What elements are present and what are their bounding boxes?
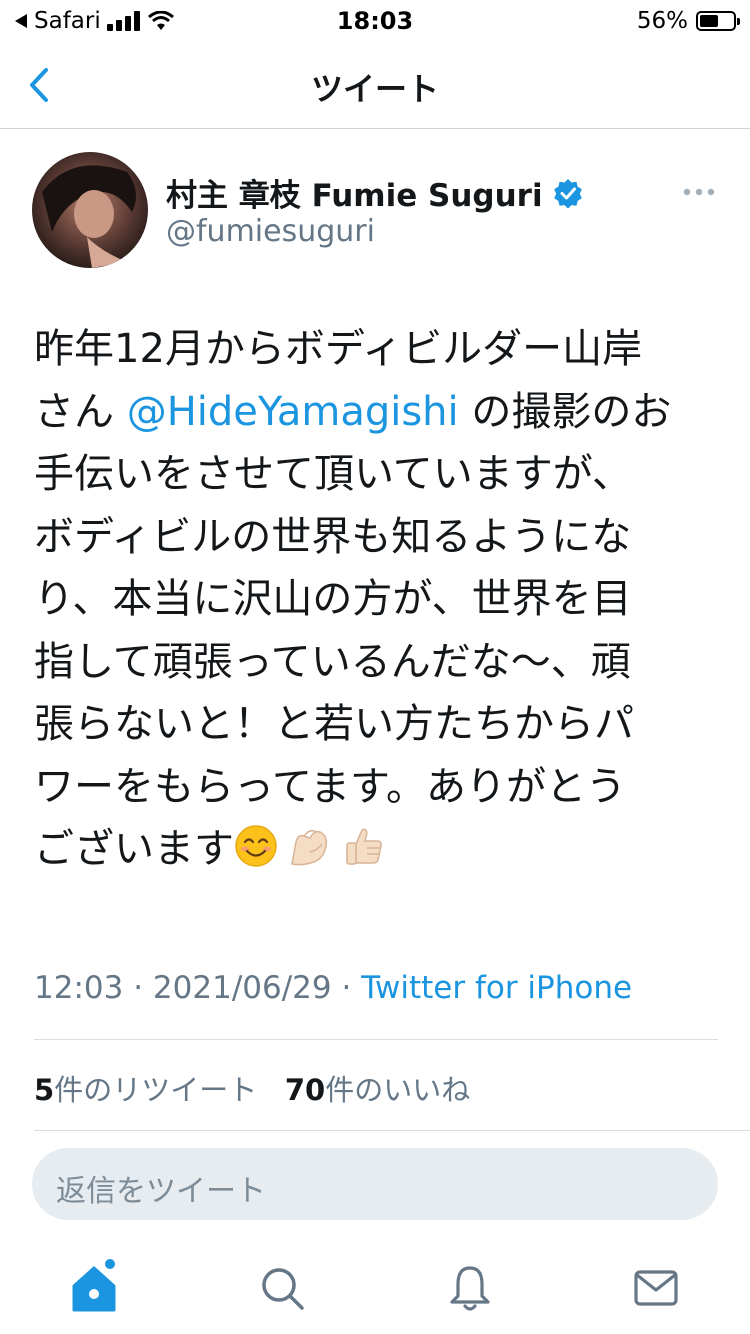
- tweet-line: ワーをもらってます。ありがとう: [34, 763, 626, 810]
- tweet-line: 手伝いをさせて頂いていますが、: [34, 451, 632, 497]
- tweet-line: 昨年12月からボディビルダー山岸: [34, 326, 643, 372]
- tab-bar: [0, 1248, 750, 1334]
- reply-placeholder: 返信をツイート: [56, 1174, 266, 1209]
- tweet-line: 指して頑張っているんだな〜、頑: [34, 638, 631, 685]
- author-name-row[interactable]: 村主 章枝 Fumie Suguri: [166, 170, 583, 215]
- tweet-line: り、本当に沢山の方が、世界を目: [34, 576, 632, 622]
- navigation-bar: ツイート: [0, 40, 750, 129]
- tweet-line-text: ございます: [34, 826, 234, 872]
- tweet-source-link[interactable]: Twitter for iPhone: [361, 970, 632, 1006]
- divider: [34, 1039, 718, 1040]
- verified-badge-icon: [553, 178, 582, 208]
- avatar-image: [32, 152, 148, 268]
- notifications-icon[interactable]: [440, 1258, 500, 1318]
- retweet-label: 件のリツイート: [54, 1073, 258, 1107]
- thumbs-up-emoji-icon: [346, 828, 382, 865]
- more-options-icon[interactable]: [682, 182, 716, 202]
- battery-level-fill: [700, 15, 718, 27]
- retweet-count: 5: [34, 1073, 55, 1107]
- tweet-meta: 12:03 · 2021/06/29 · Twitter for iPhone: [34, 970, 632, 1006]
- battery-icon: [696, 11, 740, 31]
- tweet-date: 2021/06/29: [152, 970, 332, 1006]
- messages-icon[interactable]: [626, 1258, 686, 1318]
- tweet-text: 昨年12月からボディビルダー山岸 さん @HideYamagishi の撮影のお…: [34, 318, 724, 881]
- tweet-time: 12:03: [34, 970, 124, 1006]
- retweets-stat[interactable]: 5件のリツイート: [34, 1073, 257, 1107]
- status-right: 56%: [636, 8, 740, 34]
- like-count: 70: [284, 1073, 326, 1107]
- mention-link[interactable]: @HideYamagishi: [127, 389, 459, 435]
- tweet-line: 張らないと！と若い方たちからパ: [34, 701, 634, 747]
- home-icon[interactable]: [64, 1258, 124, 1318]
- flexed-biceps-emoji-icon: [291, 829, 328, 866]
- page-title: ツイート: [310, 70, 439, 108]
- tweet-line: さん @HideYamagishi の撮影のお: [34, 381, 724, 444]
- tweet-stats: 5件のリツイート 70件のいいね: [34, 1067, 470, 1109]
- likes-stat[interactable]: 70件のいいね: [285, 1073, 470, 1107]
- tweet-line: ございます: [34, 818, 724, 881]
- author-handle[interactable]: @fumiesuguri: [166, 214, 375, 249]
- smiling-face-emoji-icon: [235, 825, 277, 867]
- meta-separator: ·: [341, 970, 352, 1006]
- tweet-line-text: さん: [34, 388, 114, 435]
- tweet-line: ボディビルの世界も知るようにな: [34, 513, 632, 560]
- search-icon[interactable]: [252, 1258, 312, 1318]
- tweet-line-text: の撮影のお: [471, 388, 672, 435]
- status-bar: Safari 18:03 56%: [0, 0, 750, 40]
- battery-percent: 56%: [636, 8, 688, 34]
- avatar[interactable]: [32, 152, 148, 268]
- author-display-name: 村主 章枝 Fumie Suguri: [166, 178, 543, 214]
- divider: [34, 1130, 750, 1131]
- meta-separator: ·: [133, 970, 144, 1006]
- reply-input[interactable]: 返信をツイート: [32, 1148, 718, 1220]
- like-label: 件のいいね: [325, 1073, 471, 1107]
